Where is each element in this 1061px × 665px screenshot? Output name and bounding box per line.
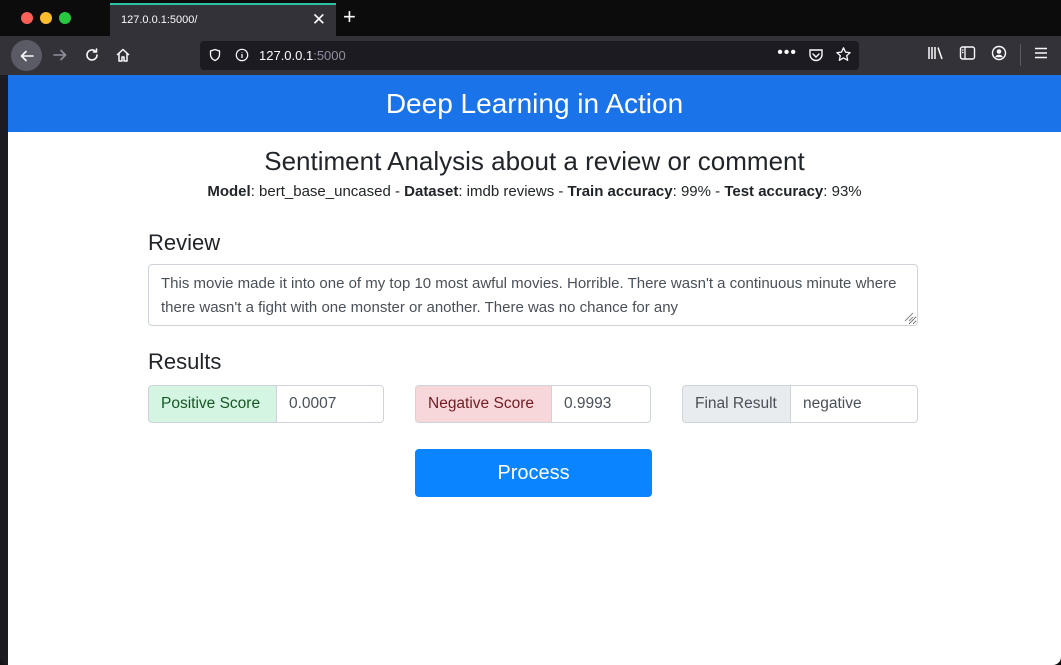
positive-score-group: Positive Score 0.0007 <box>148 385 384 423</box>
final-result-label: Final Result <box>682 385 790 423</box>
home-button[interactable] <box>108 40 138 70</box>
web-page: Deep Learning in Action Sentiment Analys… <box>8 75 1061 665</box>
maximize-window-button[interactable] <box>59 12 71 24</box>
hamburger-menu-icon[interactable] <box>1033 45 1049 66</box>
minimize-window-button[interactable] <box>40 12 52 24</box>
train-accuracy-label: Train accuracy <box>567 183 673 200</box>
negative-score-field[interactable]: 0.9993 <box>551 385 651 423</box>
negative-score-label: Negative Score <box>415 385 551 423</box>
app-header: Deep Learning in Action <box>8 75 1061 132</box>
bookmark-star-icon[interactable] <box>835 46 852 68</box>
close-tab-icon[interactable]: ✕ <box>312 11 326 28</box>
library-icon[interactable] <box>927 45 945 66</box>
page-actions-menu-icon[interactable]: ••• <box>777 44 797 62</box>
site-info-icon[interactable] <box>235 48 249 67</box>
arrow-left-icon <box>20 50 34 61</box>
positive-score-field[interactable]: 0.0007 <box>276 385 384 423</box>
home-icon <box>116 48 130 62</box>
reload-button[interactable] <box>77 40 107 70</box>
new-tab-button[interactable]: + <box>343 6 356 28</box>
model-label: Model <box>207 183 251 200</box>
positive-score-label: Positive Score <box>148 385 276 423</box>
test-accuracy-value: : 93% <box>823 183 862 200</box>
dataset-label: Dataset <box>404 183 459 200</box>
final-result-group: Final Result negative <box>682 385 918 423</box>
forward-button[interactable] <box>45 40 75 70</box>
review-heading: Review <box>148 230 221 255</box>
model-info: Model: bert_base_uncased - Dataset: imdb… <box>8 183 1061 201</box>
review-textarea[interactable]: This movie made it into one of my top 10… <box>148 264 918 326</box>
browser-tab[interactable]: 127.0.0.1:5000/ ✕ <box>110 3 336 36</box>
model-value: : bert_base_uncased - <box>250 183 405 200</box>
back-button[interactable] <box>11 40 42 71</box>
navigation-toolbar: 127.0.0.1:5000 ••• <box>0 36 1061 75</box>
browser-window: 127.0.0.1:5000/ ✕ + 127.0.0.1:5000 ••• D… <box>0 0 1061 665</box>
tracking-protection-shield-icon[interactable] <box>208 48 222 67</box>
test-accuracy-label: Test accuracy <box>724 183 824 200</box>
tab-title: 127.0.0.1:5000/ <box>121 14 198 26</box>
arrow-right-icon <box>53 49 67 61</box>
url-port: :5000 <box>313 48 346 63</box>
pocket-icon[interactable] <box>808 47 824 68</box>
reload-icon <box>86 48 98 61</box>
negative-score-group: Negative Score 0.9993 <box>415 385 651 423</box>
close-window-button[interactable] <box>21 12 33 24</box>
toolbar-divider <box>1020 44 1021 66</box>
sidebar-toggle-icon[interactable] <box>959 45 976 66</box>
url-bar[interactable]: 127.0.0.1:5000 ••• <box>200 41 859 70</box>
train-accuracy-value: : 99% - <box>672 183 725 200</box>
process-button[interactable]: Process <box>415 449 652 497</box>
results-heading: Results <box>148 349 222 374</box>
url-host: 127.0.0.1 <box>259 48 314 63</box>
tab-strip: 127.0.0.1:5000/ ✕ + <box>0 0 1061 36</box>
final-result-field[interactable]: negative <box>790 385 918 423</box>
url-text[interactable]: 127.0.0.1:5000 <box>259 48 346 63</box>
account-icon[interactable] <box>991 45 1007 66</box>
dataset-value: : imdb reviews - <box>458 183 568 200</box>
resize-grip-icon[interactable] <box>902 309 914 327</box>
page-title: Sentiment Analysis about a review or com… <box>264 146 805 176</box>
